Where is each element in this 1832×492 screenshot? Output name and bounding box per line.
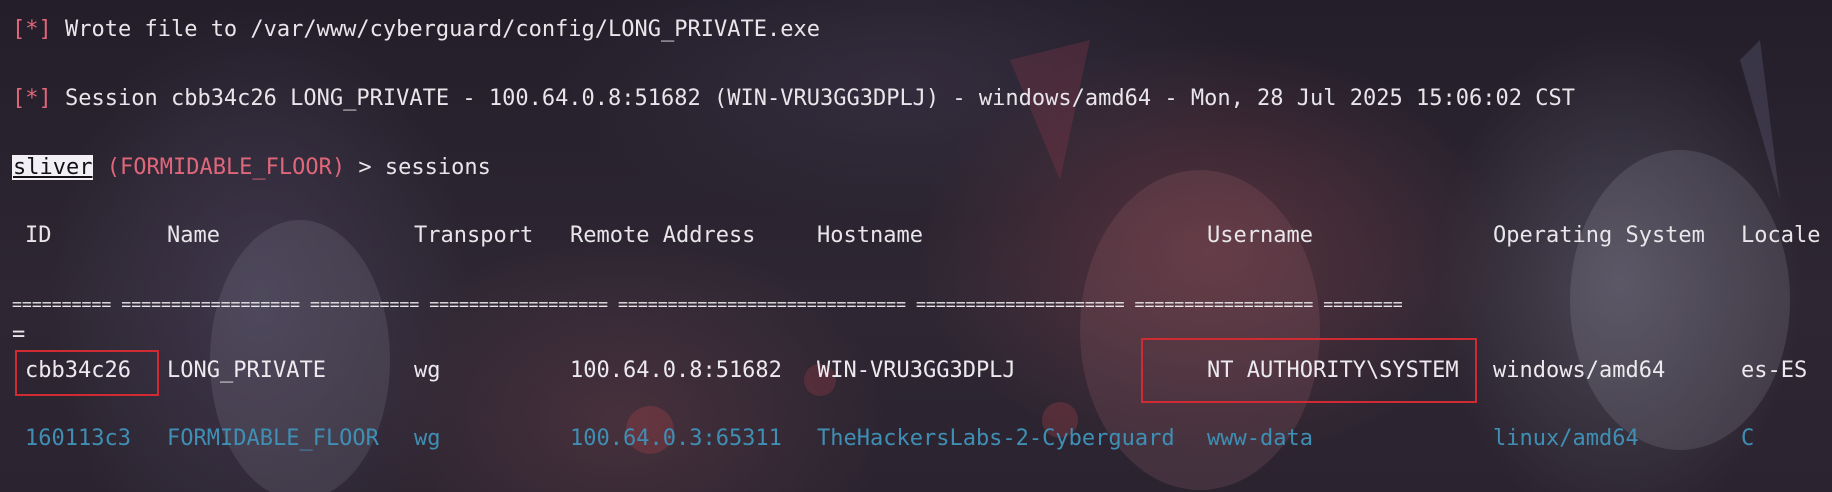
col-header-locale: Locale — [1741, 223, 1821, 248]
highlight-box-username — [1141, 338, 1477, 403]
cell-remote-address: 100.64.0.8:51682 — [570, 358, 782, 383]
cell-hostname: WIN-VRU3GG3DPLJ — [817, 358, 1016, 383]
cell-operating-system: windows/amd64 — [1493, 358, 1666, 383]
cell-id: 160113c3 — [25, 426, 131, 451]
info-tag: [*] — [12, 17, 52, 42]
terminal-output: [*] Wrote file to /var/www/cyberguard/co… — [0, 0, 1832, 492]
cell-transport: wg — [414, 426, 441, 451]
cell-name: LONG_PRIVATE — [167, 358, 326, 383]
col-header-name: Name — [167, 223, 220, 248]
cell-locale: es-ES — [1741, 358, 1808, 383]
cell-transport: wg — [414, 358, 441, 383]
command-prompt[interactable]: sliver (FORMIDABLE_FLOOR) > sessions — [12, 154, 491, 182]
log-line-wrote-file: [*] Wrote file to /var/www/cyberguard/co… — [12, 16, 820, 44]
info-tag: [*] — [12, 86, 52, 111]
log-line-session-opened: [*] Session cbb34c26 LONG_PRIVATE - 100.… — [12, 85, 1575, 113]
cell-operating-system: linux/amd64 — [1493, 426, 1639, 451]
col-header-hostname: Hostname — [817, 223, 923, 248]
cell-remote-address: 100.64.0.3:65311 — [570, 426, 782, 451]
cell-locale: C — [1741, 426, 1755, 451]
table-separator-wrap: = — [12, 322, 26, 347]
prompt-label: sliver — [12, 155, 94, 180]
col-header-username: Username — [1207, 223, 1313, 248]
table-separator: ========== ================== ==========… — [12, 295, 1403, 314]
col-header-id: ID — [25, 223, 52, 248]
highlight-box-session-id — [15, 350, 159, 396]
cell-username: www-data — [1207, 426, 1313, 451]
log-text: Session cbb34c26 LONG_PRIVATE - 100.64.0… — [51, 86, 1575, 111]
cell-hostname: TheHackersLabs-2-Cyberguard — [817, 426, 1175, 451]
prompt-command: > sessions — [345, 155, 491, 180]
cell-name: FORMIDABLE_FLOOR — [167, 426, 379, 451]
col-header-operating-system: Operating System — [1493, 223, 1705, 248]
col-header-transport: Transport — [414, 223, 534, 248]
log-text: Wrote file to /var/www/cyberguard/config… — [51, 17, 820, 42]
prompt-session: (FORMIDABLE_FLOOR) — [106, 155, 346, 180]
col-header-remote-address: Remote Address — [570, 223, 756, 248]
